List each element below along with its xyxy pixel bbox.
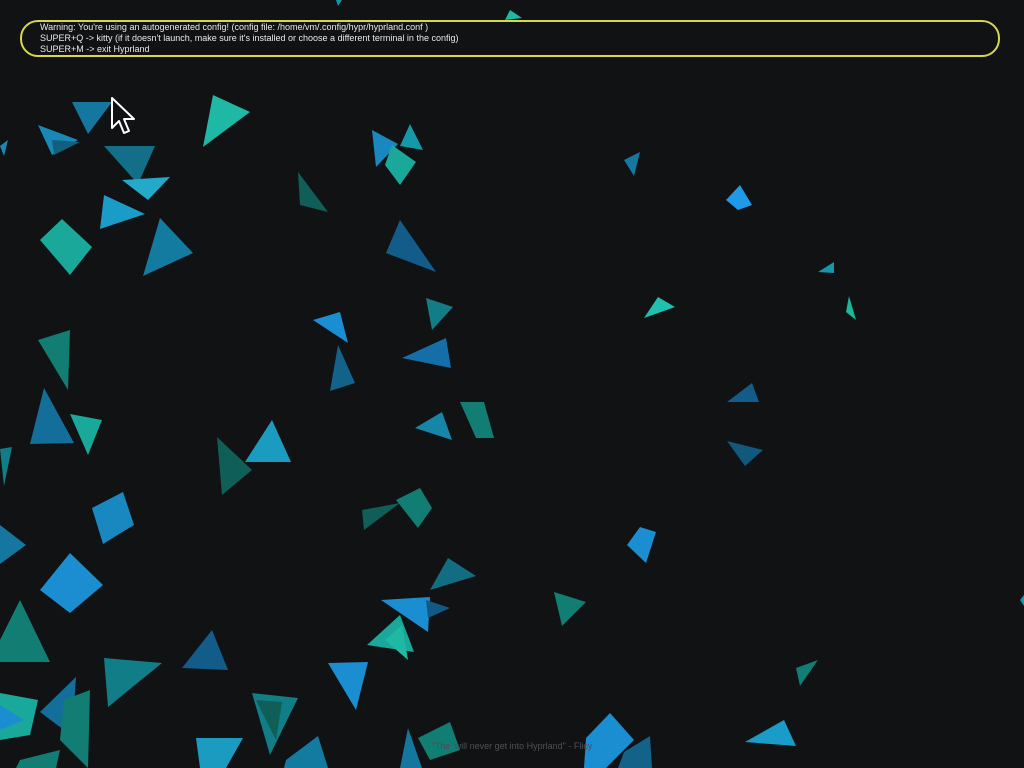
shard: [52, 140, 80, 155]
wallpaper-quote: "The 'will never get into Hyprland" - Fl…: [431, 741, 593, 751]
shard: [92, 492, 134, 544]
shard: [846, 296, 856, 320]
shard: [426, 298, 453, 330]
shard: [104, 658, 162, 707]
shard: [104, 146, 155, 184]
shard: [40, 553, 103, 613]
notification-line-terminal: SUPER+Q -> kitty (if it doesn't launch, …: [40, 33, 459, 43]
shard: [203, 95, 250, 147]
shard: [217, 437, 252, 495]
shard: [627, 527, 656, 563]
shard: [122, 177, 170, 200]
shard: [143, 218, 193, 276]
shard: [245, 420, 291, 462]
hyprland-wallpaper: [0, 0, 1024, 768]
shard: [386, 220, 436, 272]
shard: [430, 558, 476, 590]
shard: [0, 140, 8, 156]
shard: [60, 690, 90, 768]
shard: [30, 388, 74, 444]
notification-line-exit: SUPER+M -> exit Hyprland: [40, 44, 150, 54]
shard: [0, 525, 26, 564]
shard: [727, 441, 763, 466]
shard: [40, 219, 92, 275]
config-warning-notification: Warning: You're using an autogenerated c…: [20, 20, 1000, 57]
shard: [0, 447, 12, 486]
shard: [100, 195, 145, 229]
wallpaper-shards: [0, 0, 1024, 768]
shard: [328, 662, 368, 710]
shard: [624, 152, 640, 176]
shard: [0, 600, 50, 662]
arrow-cursor-icon: [111, 97, 135, 134]
shard: [400, 124, 423, 150]
shard: [726, 185, 752, 210]
shard: [367, 615, 414, 652]
shard: [182, 630, 228, 670]
shard: [1020, 595, 1024, 606]
shard: [554, 592, 586, 626]
shard: [426, 600, 450, 618]
shard: [298, 172, 328, 212]
shard: [727, 383, 759, 402]
shard: [505, 10, 522, 20]
shard: [396, 488, 432, 528]
shard: [16, 750, 60, 768]
shard: [72, 102, 112, 134]
shard: [362, 503, 400, 530]
notification-line-warning: Warning: You're using an autogenerated c…: [40, 22, 429, 32]
desktop[interactable]: Warning: You're using an autogenerated c…: [0, 0, 1024, 768]
shard: [336, 0, 342, 6]
shard: [644, 297, 675, 318]
shard: [313, 312, 348, 343]
shard: [796, 660, 818, 686]
shard: [330, 345, 355, 391]
shard: [70, 414, 102, 455]
shard: [460, 402, 494, 438]
shard: [38, 330, 70, 390]
shard: [415, 412, 452, 440]
shard: [402, 338, 451, 368]
shard: [818, 262, 834, 273]
